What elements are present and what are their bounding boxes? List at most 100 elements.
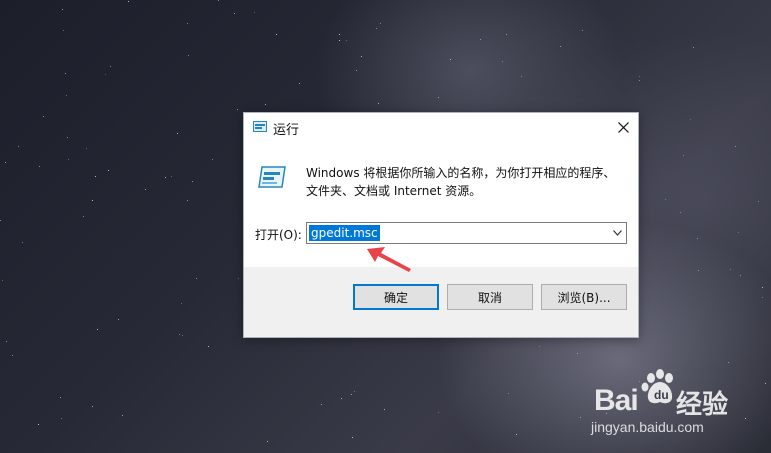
star (339, 34, 340, 35)
star (539, 346, 540, 347)
star (438, 412, 439, 413)
title-bar[interactable]: 运行 (244, 113, 638, 143)
star (683, 155, 684, 156)
star (5, 162, 6, 163)
cancel-button[interactable]: 取消 (447, 284, 533, 310)
star (276, 34, 277, 35)
ok-button[interactable]: 确定 (353, 284, 439, 310)
star (577, 353, 578, 354)
star (758, 201, 759, 202)
star (321, 404, 322, 405)
star (265, 104, 266, 105)
star (61, 418, 62, 419)
star (234, 13, 235, 14)
star (582, 30, 583, 31)
star (352, 437, 353, 438)
star (92, 200, 93, 201)
star (38, 424, 39, 425)
star (267, 441, 268, 442)
star (339, 40, 340, 41)
star (580, 417, 581, 418)
dialog-title: 运行 (273, 123, 300, 138)
button-area: 确定 取消 浏览(B)... (244, 267, 638, 337)
star (63, 30, 64, 31)
star (516, 434, 517, 435)
star (665, 199, 666, 200)
star (376, 28, 377, 29)
star (196, 278, 197, 279)
star (60, 397, 61, 398)
star (351, 394, 352, 395)
star (506, 34, 507, 35)
star (762, 297, 763, 298)
star (128, 1, 129, 2)
star (177, 133, 178, 134)
open-combobox[interactable]: gpedit.msc (306, 222, 627, 244)
star (95, 176, 96, 177)
dropdown-button[interactable] (608, 223, 626, 243)
open-input-value[interactable]: gpedit.msc (309, 225, 380, 241)
star (521, 76, 522, 77)
run-icon (253, 121, 267, 132)
star (2, 280, 3, 281)
star (680, 212, 681, 213)
watermark-url: jingyan.baidu.com (591, 419, 704, 435)
star (502, 61, 503, 62)
star (22, 242, 23, 243)
star (192, 181, 193, 182)
star (299, 83, 300, 84)
star (698, 270, 699, 271)
arrow-annotation (367, 247, 411, 272)
star (67, 137, 68, 138)
star (740, 275, 741, 276)
star (118, 319, 119, 320)
star (83, 216, 84, 217)
star (237, 109, 238, 110)
star (697, 238, 698, 239)
close-icon (617, 121, 629, 133)
chevron-down-icon (612, 230, 622, 236)
star (0, 220, 1, 221)
desktop-background: 运行 Windows 将根据你所输入的名称，为你打开相应的程序、文件夹、文档或 … (0, 0, 771, 453)
star (438, 97, 439, 98)
star (346, 40, 347, 41)
star (356, 70, 357, 71)
star (361, 56, 362, 57)
star (187, 200, 188, 201)
browse-button[interactable]: 浏览(B)... (541, 284, 627, 310)
star (179, 334, 180, 335)
star (86, 148, 87, 149)
star (66, 95, 67, 96)
star (690, 119, 691, 120)
star (97, 329, 98, 330)
star (122, 415, 123, 416)
star (187, 23, 188, 24)
star (730, 269, 731, 270)
star (378, 103, 379, 104)
star (165, 177, 166, 178)
star (639, 80, 640, 81)
baidu-watermark: du Bai 经验 jingyan.baidu.com (590, 368, 770, 438)
svg-text:du: du (654, 388, 669, 402)
star (380, 23, 381, 24)
star (254, 12, 255, 13)
star (693, 47, 694, 48)
star (12, 355, 13, 356)
star (508, 393, 509, 394)
star (39, 166, 40, 167)
star (728, 362, 729, 363)
star (110, 66, 111, 67)
star (212, 159, 213, 160)
star (43, 116, 44, 117)
star (68, 159, 69, 160)
star (735, 146, 736, 147)
close-button[interactable] (608, 113, 638, 141)
star (238, 278, 239, 279)
star (182, 335, 183, 336)
star (639, 76, 640, 77)
star (341, 398, 342, 399)
run-large-icon (258, 166, 286, 188)
star (450, 59, 451, 60)
star (208, 346, 209, 347)
star (188, 55, 189, 56)
